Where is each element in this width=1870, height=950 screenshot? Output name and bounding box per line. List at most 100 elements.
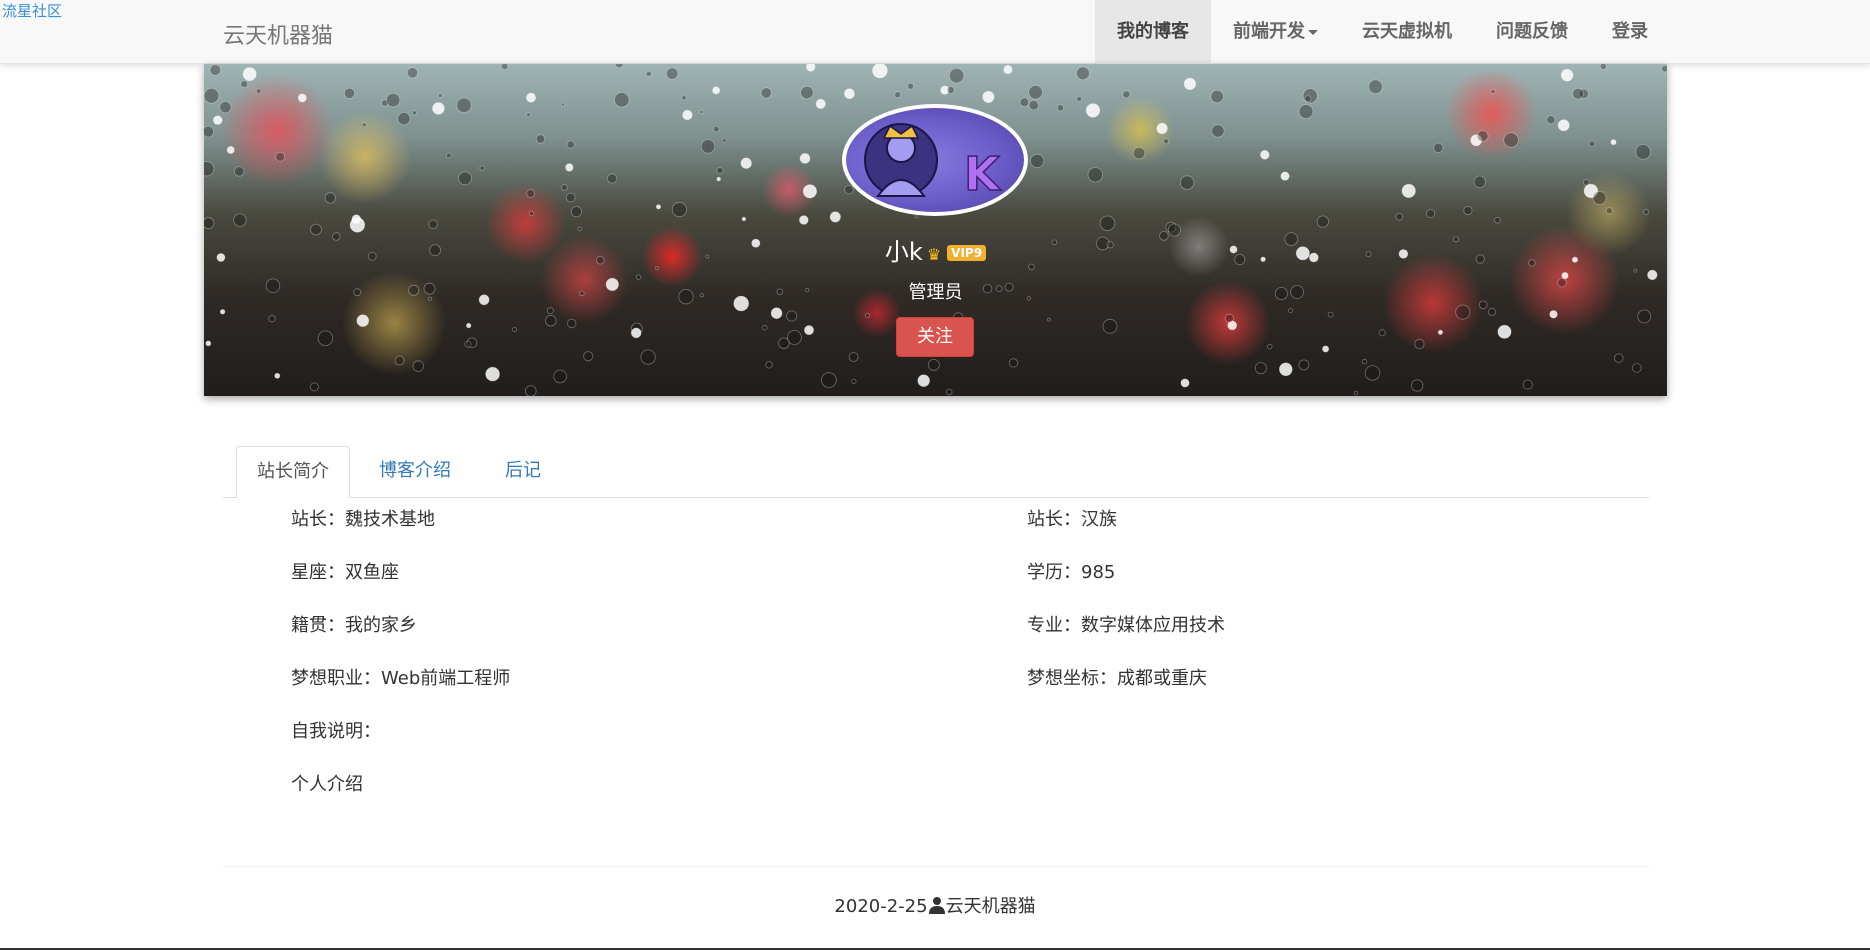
raindrop — [740, 157, 752, 169]
raindrop — [1163, 138, 1170, 145]
info-major: 专业：数字媒体应用技术 — [1027, 615, 1225, 636]
raindrop — [1353, 390, 1359, 396]
nav-item-login[interactable]: 登录 — [1590, 0, 1670, 64]
raindrop — [1378, 329, 1386, 337]
raindrop — [815, 98, 826, 110]
info-personal-intro: 个人介绍 — [291, 774, 363, 795]
raindrop — [525, 385, 537, 396]
raindrop — [242, 67, 257, 82]
footer-author: 云天机器猫 — [945, 896, 1036, 917]
follow-button[interactable]: 关注 — [896, 317, 974, 357]
raindrop — [614, 92, 630, 108]
raindrop — [565, 163, 574, 172]
raindrop — [561, 184, 568, 191]
footer-date: 2020-2-25 — [834, 896, 928, 917]
raindrop — [432, 102, 445, 115]
raindrop — [671, 201, 687, 218]
raindrop — [406, 67, 419, 79]
raindrop — [1288, 308, 1293, 314]
raindrop — [607, 173, 618, 184]
raindrop — [553, 369, 567, 384]
raindrop — [1549, 310, 1558, 319]
raindrop — [1557, 119, 1570, 132]
raindrop — [848, 352, 859, 362]
raindrop — [1361, 358, 1368, 365]
raindrop — [1156, 122, 1168, 135]
raindrop — [466, 322, 472, 329]
raindrop — [917, 374, 930, 388]
info-hometown: 籍贯：我的家乡 — [291, 615, 417, 636]
raindrop — [219, 101, 232, 114]
raindrop — [204, 161, 215, 177]
raindrop — [428, 219, 438, 230]
raindrop — [1614, 353, 1624, 363]
raindrop — [233, 213, 247, 227]
raindrop — [945, 388, 953, 396]
raindrop — [1637, 309, 1652, 324]
raindrop — [804, 325, 815, 336]
raindrop — [946, 86, 955, 94]
caret-down-icon — [1308, 29, 1318, 35]
tab-blog-intro[interactable]: 博客介绍 — [359, 446, 471, 498]
raindrop — [802, 184, 818, 199]
raindrop — [1490, 89, 1496, 94]
raindrop — [762, 324, 768, 331]
info-owner: 站长：魏技术基地 — [291, 509, 435, 530]
raindrop — [1028, 99, 1039, 111]
raindrop — [566, 140, 575, 149]
raindrop — [351, 214, 362, 225]
raindrop — [1179, 175, 1195, 190]
raindrop — [356, 314, 370, 328]
raindrop — [821, 372, 837, 388]
raindrop — [1401, 183, 1416, 199]
raindrop — [1298, 104, 1314, 119]
raindrop — [787, 329, 802, 345]
raindrop — [640, 349, 656, 365]
raindrop — [525, 92, 536, 103]
raindrop — [1546, 115, 1556, 125]
raindrop — [1463, 205, 1473, 216]
raindrop — [204, 217, 215, 230]
raindrop — [545, 315, 557, 327]
nav-item-my-blog[interactable]: 我的博客 — [1095, 0, 1211, 64]
raindrop — [526, 112, 531, 118]
raindrop — [927, 358, 940, 371]
raindrop — [317, 330, 334, 346]
raindrop — [528, 210, 535, 217]
raindrop — [324, 192, 336, 204]
raindrop — [1224, 313, 1234, 323]
raindrop — [630, 327, 642, 339]
corner-link[interactable]: 流星社区 — [2, 0, 62, 21]
raindrop — [682, 109, 693, 121]
raindrop — [1364, 365, 1381, 381]
raindrop — [1661, 65, 1667, 73]
raindrop — [1003, 65, 1013, 75]
nav-item-virtual-machine[interactable]: 云天虚拟机 — [1340, 0, 1474, 64]
raindrop — [1633, 268, 1638, 273]
tab-postscript[interactable]: 后记 — [485, 446, 561, 498]
raindrop — [851, 378, 857, 384]
raindrop — [274, 372, 281, 379]
tab-owner-intro[interactable]: 站长简介 — [236, 446, 350, 498]
raindrop — [1494, 217, 1501, 224]
user-icon — [928, 897, 945, 914]
raindrop — [205, 340, 212, 347]
nav-item-frontend-dropdown[interactable]: 前端开发 — [1211, 0, 1340, 64]
brand-logo-text[interactable]: 云天机器猫 — [223, 18, 333, 50]
raindrop — [212, 115, 223, 125]
info-dream-job: 梦想职业：Web前端工程师 — [291, 668, 511, 689]
raindrop — [479, 165, 485, 171]
raindrop — [1019, 97, 1030, 108]
raindrop — [1476, 130, 1489, 142]
avatar: K — [842, 104, 1028, 216]
raindrop — [397, 111, 411, 126]
raindrop — [560, 102, 565, 107]
raindrop — [1522, 379, 1533, 390]
raindrop — [1076, 66, 1090, 81]
raindrop — [1008, 358, 1019, 368]
raindrop — [829, 211, 841, 223]
raindrop — [204, 88, 220, 104]
nav-item-feedback[interactable]: 问题反馈 — [1474, 0, 1590, 64]
raindrop — [456, 97, 472, 114]
raindrop — [914, 214, 919, 219]
